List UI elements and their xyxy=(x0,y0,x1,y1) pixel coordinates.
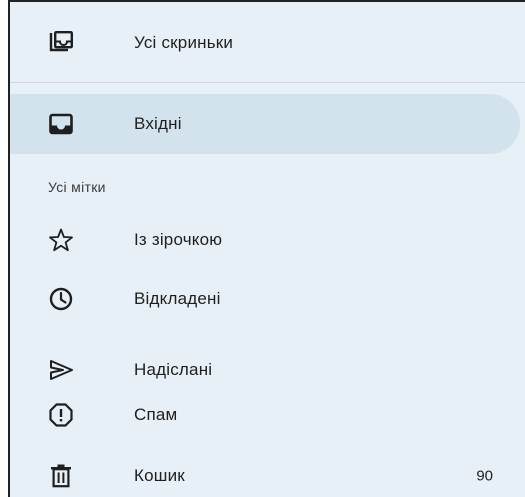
nav-label-inbox: Вхідні xyxy=(134,114,182,133)
nav-item-starred[interactable]: Із зірочкою xyxy=(10,218,525,262)
nav-item-snoozed[interactable]: Відкладені xyxy=(10,277,525,321)
star-icon xyxy=(48,227,74,253)
nav-item-all-inboxes[interactable]: Усі скриньки xyxy=(10,21,525,65)
nav-item-sent[interactable]: Надіслані xyxy=(10,348,525,392)
send-icon xyxy=(48,357,74,383)
inbox-icon xyxy=(48,111,74,137)
nav-label-spam: Спам xyxy=(134,405,178,424)
all-inboxes-area: Усі скриньки xyxy=(10,2,525,83)
nav-label-snoozed: Відкладені xyxy=(134,289,221,308)
nav-label-starred: Із зірочкою xyxy=(134,230,223,249)
trash-count: 90 xyxy=(476,467,493,485)
nav-item-trash[interactable]: Кошик 90 xyxy=(10,454,525,497)
nav-label-trash: Кошик xyxy=(134,466,185,485)
nav-item-spam[interactable]: Спам xyxy=(10,393,525,437)
report-icon xyxy=(48,402,74,428)
nav-item-inbox[interactable]: Вхідні xyxy=(10,102,525,146)
clock-icon xyxy=(48,286,74,312)
nav-label-sent: Надіслані xyxy=(134,360,213,379)
section-header-all-labels: Усі мітки xyxy=(48,179,106,195)
all-inboxes-icon xyxy=(48,30,74,56)
nav-label-all-inboxes: Усі скриньки xyxy=(134,33,234,52)
trash-icon xyxy=(48,463,74,489)
navigation-drawer: Усі скриньки Вхідні Усі мітки Із зірочко… xyxy=(8,0,525,497)
